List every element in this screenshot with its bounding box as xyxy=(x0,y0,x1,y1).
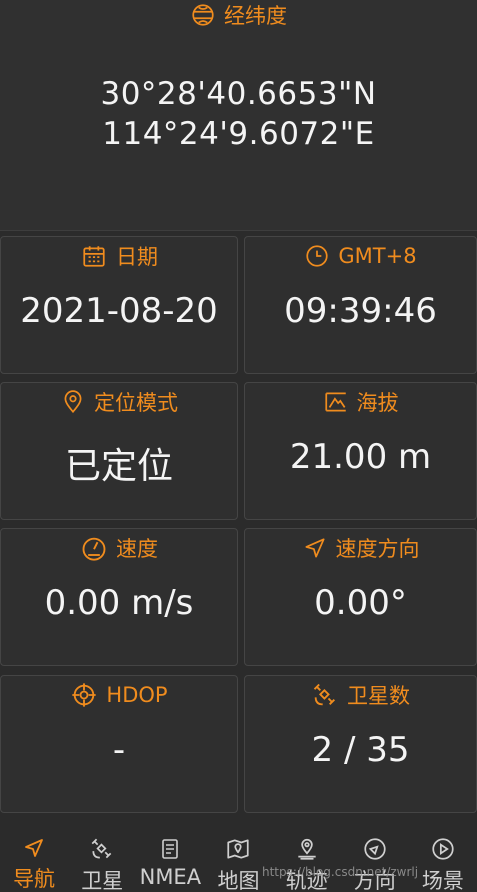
speed-value: 0.00 m/s xyxy=(44,583,194,623)
date-label: 日期 xyxy=(116,245,158,269)
longitude-value: 114°24'9.6072"E xyxy=(102,116,375,152)
calendar-icon xyxy=(80,243,108,269)
time-value: 09:39:46 xyxy=(284,291,437,331)
tab-label: 卫星 xyxy=(81,869,124,892)
tab-label: 场景 xyxy=(421,869,464,892)
location-pin-icon xyxy=(294,836,320,862)
speed-label: 速度 xyxy=(116,537,158,561)
altitude-card: 海拔 21.00 m xyxy=(244,382,477,520)
tab-nmea[interactable]: NMEA xyxy=(136,830,204,892)
position-mode-label: 定位模式 xyxy=(94,391,178,415)
altitude-label: 海拔 xyxy=(356,391,399,415)
time-title: GMT+8 xyxy=(245,241,476,271)
satellites-value: 2 / 35 xyxy=(311,730,410,770)
speed-card: 速度 0.00 m/s xyxy=(0,528,238,666)
tab-map[interactable]: 地图 xyxy=(204,830,272,892)
date-card: 日期 2021-08-20 xyxy=(0,236,238,374)
altitude-title: 海拔 xyxy=(245,387,476,417)
globe-icon xyxy=(190,2,216,28)
compass-icon xyxy=(362,836,388,862)
tab-navigation[interactable]: 导航 xyxy=(0,830,68,892)
tab-label: 导航 xyxy=(13,867,56,891)
latitude-value: 30°28'40.6653"N xyxy=(100,76,377,112)
heading-card: 速度方向 0.00° xyxy=(244,528,477,666)
satellite-icon xyxy=(311,681,339,709)
navigation-arrow-icon xyxy=(302,535,328,561)
tab-direction[interactable]: 方向 xyxy=(341,830,409,892)
date-title: 日期 xyxy=(1,241,237,271)
time-label: GMT+8 xyxy=(338,244,417,268)
position-mode-card: 定位模式 已定位 xyxy=(0,382,238,520)
tab-satellite[interactable]: 卫星 xyxy=(68,830,136,892)
speed-title: 速度 xyxy=(1,533,237,563)
coordinates-value: 30°28'40.6653"N 114°24'9.6072"E xyxy=(0,74,477,154)
clock-icon xyxy=(304,243,330,269)
coordinates-label: 经纬度 xyxy=(224,4,287,28)
tab-label: 地图 xyxy=(217,869,260,892)
position-mode-title: 定位模式 xyxy=(1,387,237,417)
coordinates-title: 经纬度 xyxy=(0,0,477,30)
date-value: 2021-08-20 xyxy=(20,291,218,331)
tab-scene[interactable]: 场景 xyxy=(409,830,477,892)
speedometer-icon xyxy=(80,534,108,562)
heading-label: 速度方向 xyxy=(335,537,420,561)
app-screen: 经纬度 30°28'40.6653"N 114°24'9.6072"E 日期 2… xyxy=(0,0,477,892)
hdop-card: HDOP - xyxy=(0,675,238,813)
play-icon xyxy=(430,836,456,862)
heading-title: 速度方向 xyxy=(245,533,476,563)
bottom-tab-bar: 导航 卫星 NMEA 地图 轨迹 方向 场景 xyxy=(0,830,477,892)
altitude-value: 21.00 m xyxy=(289,437,432,477)
mountain-icon xyxy=(323,389,349,415)
tab-label: NMEA xyxy=(139,865,202,889)
hdop-value: - xyxy=(112,730,126,770)
map-icon xyxy=(224,836,252,862)
satellites-card: 卫星数 2 / 35 xyxy=(244,675,477,813)
satellites-title: 卫星数 xyxy=(245,680,476,710)
location-pin-icon xyxy=(60,389,86,415)
hdop-title: HDOP xyxy=(1,680,237,710)
crosshair-icon xyxy=(70,681,98,709)
navigation-arrow-icon xyxy=(22,836,46,860)
satellites-label: 卫星数 xyxy=(347,684,410,708)
tab-track[interactable]: 轨迹 xyxy=(273,830,341,892)
coordinates-card: 经纬度 30°28'40.6653"N 114°24'9.6072"E xyxy=(0,0,477,231)
position-mode-value: 已定位 xyxy=(64,446,173,487)
hdop-label: HDOP xyxy=(106,683,168,707)
watermark-text: https://blog.csdn.net/zwrlj xyxy=(262,865,419,879)
heading-value: 0.00° xyxy=(314,583,407,623)
time-card: GMT+8 09:39:46 xyxy=(244,236,477,374)
satellite-icon xyxy=(89,836,115,862)
document-icon xyxy=(158,836,182,862)
